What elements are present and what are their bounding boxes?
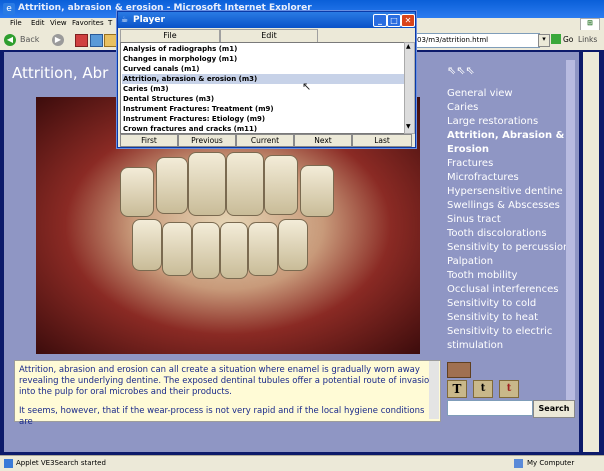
nav-item[interactable]: Erosion [447,144,489,155]
font-large-button[interactable]: T [447,380,467,398]
search-input[interactable] [447,400,533,416]
description-scrollbar[interactable] [429,361,439,419]
tooth-shape [226,152,264,216]
stop-icon[interactable] [75,34,88,47]
expand-arrows-icon[interactable]: ⇖⇖⇖ [447,64,475,77]
scroll-down-icon[interactable]: ▼ [406,123,411,130]
thumbnail-icon[interactable] [447,362,471,378]
search-button[interactable]: Search [533,400,575,418]
back-arrow-icon[interactable]: ◀ [4,34,16,46]
nav-item[interactable]: Caries [447,102,478,113]
menu-file[interactable]: File [10,19,22,27]
nav-item[interactable]: Attrition, Abrasion & [447,130,564,141]
topic-list-item[interactable]: Curved canals (m1) [122,64,404,74]
player-menu-edit[interactable]: Edit [220,29,318,43]
next-button[interactable]: Next [294,134,352,147]
page-title: Attrition, Abr [12,64,109,82]
back-button-label[interactable]: Back [20,35,39,44]
topic-list-item[interactable]: Attrition, abrasion & erosion (m3) [122,74,404,84]
topic-list[interactable]: Analysis of radiographs (m1) Changes in m… [120,42,406,134]
player-menu-file[interactable]: File [120,29,220,43]
topic-list-item[interactable]: Caries (m3) [122,84,404,94]
nav-item[interactable]: Sinus tract [447,214,501,225]
description-paragraph: Attrition, abrasion and erosion can all … [19,365,435,397]
browser-status-bar: Applet VE3Search started My Computer [0,455,604,471]
nav-item[interactable]: Swellings & Abscesses [447,200,560,211]
java-cup-icon: ☕ [121,15,129,24]
go-arrow-icon[interactable] [551,34,561,44]
nav-item[interactable]: Sensitivity to percussion [447,242,569,253]
scroll-up-icon[interactable]: ▲ [406,43,411,50]
player-window[interactable]: ☕ Player _ □ ✕ File Edit Analysis of rad… [117,11,416,148]
nav-item[interactable]: Tooth discolorations [447,228,547,239]
first-button[interactable]: First [120,134,178,147]
tooth-shape [248,222,278,276]
computer-icon [514,459,523,468]
nav-item[interactable]: stimulation [447,340,503,351]
font-small-button[interactable]: t [473,380,493,398]
topic-list-item[interactable]: Changes in morphology (m1) [122,54,404,64]
previous-button[interactable]: Previous [178,134,236,147]
player-title-bar[interactable]: ☕ Player _ □ ✕ [118,12,415,28]
menu-edit[interactable]: Edit [31,19,45,27]
nav-item[interactable]: Microfractures [447,172,519,183]
address-dropdown-icon[interactable]: ▾ [538,34,550,47]
nav-item[interactable]: Occlusal interferences [447,284,559,295]
nav-item[interactable]: Palpation [447,256,493,267]
address-input[interactable]: 03/m3/attrition.html [414,33,540,48]
maximize-icon[interactable]: □ [387,14,401,27]
go-button-label[interactable]: Go [563,35,573,44]
menu-tools[interactable]: T [108,19,112,27]
description-panel: Attrition, abrasion and erosion can all … [14,360,441,427]
forward-arrow-icon[interactable]: ▶ [52,34,64,46]
mouse-cursor-icon: ↖ [302,80,312,93]
minimize-icon[interactable]: _ [373,14,387,27]
refresh-icon[interactable] [90,34,103,47]
menu-favorites[interactable]: Favorites [72,19,104,27]
ie-icon: e [3,3,15,15]
nav-item[interactable]: General view [447,88,513,99]
status-text: Applet VE3Search started [16,459,106,467]
topic-list-item[interactable]: Instrument Fractures: Treatment (m9) [122,104,404,114]
page-status-icon [4,459,13,468]
topic-list-item[interactable]: Instrument Fractures: Etiology (m9) [122,114,404,124]
player-menu-bar: File Edit [120,29,413,43]
menu-view[interactable]: View [50,19,67,27]
tooth-shape [156,157,188,214]
tooth-shape [132,219,162,271]
links-label[interactable]: Links [578,35,597,44]
font-reset-button[interactable]: t [499,380,519,398]
topic-list-item[interactable]: Analysis of radiographs (m1) [122,44,404,54]
player-title: Player [133,15,165,25]
tooth-shape [264,155,298,215]
topic-list-scrollbar[interactable]: ▲ ▼ [404,42,415,134]
tooth-shape [300,165,334,217]
last-button[interactable]: Last [352,134,412,147]
tooth-shape [220,222,248,279]
nav-item[interactable]: Fractures [447,158,493,169]
nav-item[interactable]: Large restorations [447,116,538,127]
topic-list-item[interactable]: Dental Structures (m3) [122,94,404,104]
topic-list-item[interactable]: Crown fractures and cracks (m11) [122,124,404,133]
browser-scrollbar[interactable] [583,52,599,452]
nav-item[interactable]: Sensitivity to heat [447,312,538,323]
nav-item[interactable]: Hypersensitive dentine [447,186,563,197]
nav-item[interactable]: Sensitivity to electric [447,326,552,337]
tooth-shape [192,222,220,279]
home-icon[interactable] [104,34,117,47]
tooth-shape [162,222,192,276]
close-icon[interactable]: ✕ [401,14,415,27]
nav-item[interactable]: Sensitivity to cold [447,298,536,309]
zone-text: My Computer [527,459,575,467]
nav-item[interactable]: Tooth mobility [447,270,517,281]
tooth-shape [188,152,226,216]
nav-scrollbar[interactable] [566,60,575,400]
tooth-shape [278,219,308,271]
current-button[interactable]: Current [236,134,294,147]
tooth-shape [120,167,154,217]
description-paragraph: It seems, however, that if the wear-proc… [19,406,425,427]
